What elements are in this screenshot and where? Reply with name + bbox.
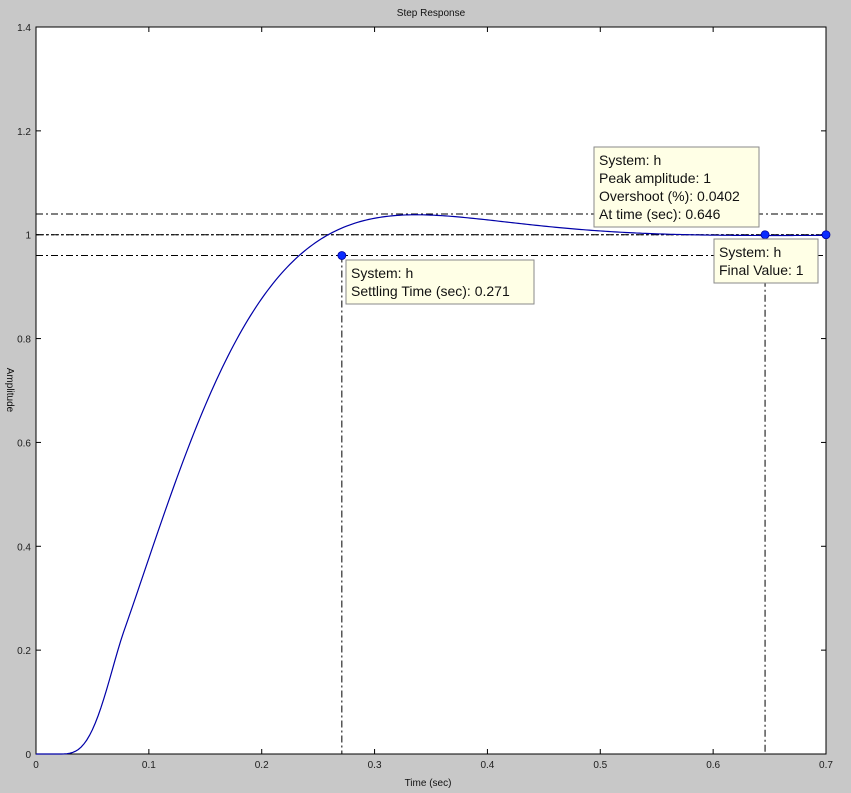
y-axis-label: Amplitude xyxy=(4,368,15,413)
datatip-marker[interactable] xyxy=(821,230,831,240)
x-tick-label: 0.3 xyxy=(368,760,382,771)
y-tick-label: 0.8 xyxy=(17,335,31,346)
y-tick-label: 0 xyxy=(25,750,31,761)
datatip-line: System: h xyxy=(351,265,413,281)
datatip-line: Peak amplitude: 1 xyxy=(599,170,711,186)
datatip-line: Settling Time (sec): 0.271 xyxy=(351,283,510,299)
datatip-marker[interactable] xyxy=(337,251,347,260)
y-tick-label: 0.4 xyxy=(17,542,31,553)
x-tick-label: 0.6 xyxy=(706,760,720,771)
x-tick-label: 0.5 xyxy=(593,760,607,771)
y-tick-label: 1.4 xyxy=(17,23,31,34)
y-tick-label: 0.2 xyxy=(17,646,31,657)
step-response-figure: Step Response Time (sec) Amplitude 0 0.1 0… xyxy=(0,0,851,793)
x-axis-label: Time (sec) xyxy=(405,778,452,789)
datatip-line: System: h xyxy=(719,244,781,260)
datatip-box[interactable]: System: h Final Value: 1 xyxy=(713,238,819,284)
x-tick-label: 0.4 xyxy=(480,760,494,771)
plot-area xyxy=(35,26,827,755)
x-tick-label: 0.7 xyxy=(819,760,833,771)
x-tick-label: 0.1 xyxy=(142,760,156,771)
x-tick-label: 0.2 xyxy=(255,760,269,771)
y-tick-label: 1 xyxy=(25,231,31,242)
datatip-box[interactable]: System: h Peak amplitude: 1 Overshoot (%):… xyxy=(593,146,760,228)
chart-title: Step Response xyxy=(397,8,466,19)
x-tick-label: 0 xyxy=(33,760,39,771)
datatip-line: Overshoot (%): 0.0402 xyxy=(599,188,740,204)
datatip-line: Final Value: 1 xyxy=(719,262,804,278)
datatip-marker[interactable] xyxy=(760,230,770,240)
datatip-line: At time (sec): 0.646 xyxy=(599,206,721,222)
y-tick-label: 0.6 xyxy=(17,438,31,449)
y-tick-label: 1.2 xyxy=(17,127,31,138)
step-response-chart: Step Response Time (sec) Amplitude 0 0.1 0… xyxy=(4,8,833,789)
datatip-line: System: h xyxy=(599,152,661,168)
datatip-box[interactable]: System: h Settling Time (sec): 0.271 xyxy=(345,259,535,305)
